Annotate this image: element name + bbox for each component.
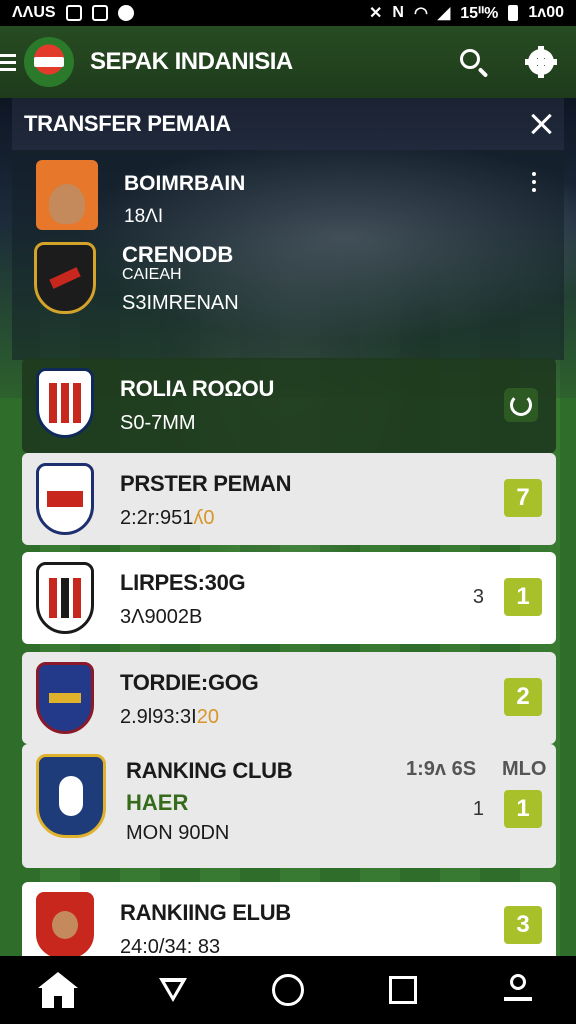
battery-percent: 15ᐦ%: [460, 5, 499, 22]
player-name: BOIMRBAIN: [124, 172, 246, 195]
player-avatar-icon: [36, 160, 98, 230]
stat-value: 1: [472, 798, 484, 820]
search-button[interactable]: [458, 47, 488, 77]
recents-button[interactable]: [383, 970, 423, 1010]
cellular-icon: ◢: [437, 5, 451, 22]
image-icon: [91, 5, 108, 21]
rank-badge: 1: [504, 578, 542, 616]
profile-button[interactable]: [498, 970, 538, 1010]
refresh-icon[interactable]: [504, 388, 538, 422]
back-icon: [158, 978, 187, 1002]
status-bar: ΛΛUS ✕ N ◠ ◢ 15ᐦ% 1ᴧ00: [0, 0, 576, 26]
club-name: RANKING CLUB: [126, 758, 293, 783]
club-logo-icon: [24, 37, 74, 87]
club-detail: 3Λ9002B: [120, 606, 203, 628]
list-item[interactable]: RANKIING ELUB 24:0/34: 83 3: [22, 882, 556, 958]
club-entry[interactable]: CRENODB CAIEAH S3IMRENAN: [34, 242, 239, 315]
clock: 1ᴧ00: [528, 4, 564, 21]
club-highlight: HAER: [126, 790, 189, 815]
close-icon[interactable]: [526, 109, 556, 139]
club-crest-icon: [36, 368, 94, 438]
club-crest-icon: [36, 662, 94, 734]
mute-icon: ✕: [368, 5, 383, 22]
player-avatar-icon: [36, 892, 94, 958]
stat-value: 3: [472, 586, 484, 608]
panel-title: TRANSFER PEMAIA: [24, 111, 231, 136]
wifi-icon: ◠: [413, 5, 428, 22]
club-crest-icon: [36, 754, 106, 838]
no-signal-icon: N: [392, 4, 404, 21]
stat-header: 1:9ᴧ 6S: [406, 758, 477, 780]
cloud-icon: [117, 5, 134, 21]
club-crest-icon: [36, 562, 94, 634]
transfer-panel-header: TRANSFER PEMAIA: [12, 98, 564, 150]
square-icon: [389, 976, 418, 1004]
rank-badge: 2: [504, 678, 542, 716]
club-crest-icon: [34, 242, 96, 314]
rank-badge: 3: [504, 906, 542, 944]
club-detail: 2:2r:951ʎ0: [120, 507, 215, 529]
top-player-card[interactable]: BOIMRBAIN 18ΛI: [36, 160, 245, 230]
search-icon: [460, 49, 480, 69]
club-name: CRENODB: [122, 242, 234, 267]
transfer-panel-body: BOIMRBAIN 18ΛI CRENODB CAIEAH S3IMRENAN: [12, 150, 564, 360]
player-detail: 18ΛI: [124, 206, 164, 227]
club-name: TORDIE:GOG: [120, 670, 259, 695]
settings-button[interactable]: [525, 46, 557, 78]
club-detail: S3IMRENAN: [122, 292, 239, 314]
profile-icon: [504, 974, 533, 1001]
club-name: LIRPES:30G: [120, 570, 246, 595]
menu-icon[interactable]: [0, 53, 16, 71]
stat-header-2: MLO: [502, 758, 547, 780]
club-crest-icon: [36, 463, 94, 535]
carrier-label: ΛΛUS: [12, 4, 56, 21]
system-nav-bar: [0, 956, 576, 1024]
list-item[interactable]: PRSTER PEMAN 2:2r:951ʎ0 7: [22, 453, 556, 545]
list-item[interactable]: TORDIE:GOG 2.9l93:3I20 2: [22, 652, 556, 744]
club-detail: MON 90DN: [126, 822, 230, 844]
home-icon: [37, 972, 78, 1008]
club-name: ROLIA ROΩOU: [120, 376, 275, 401]
home-button[interactable]: [37, 970, 78, 1010]
overview-button[interactable]: [268, 970, 308, 1010]
rank-badge: 1: [504, 790, 542, 828]
app-header: SEPAK INDANISIA: [0, 26, 576, 98]
club-overlay-text: CAIEAH: [122, 266, 182, 283]
list-item[interactable]: LIRPES:30G 3Λ9002B 3 1: [22, 552, 556, 644]
list-item[interactable]: RANKING CLUB HAER MON 90DN 1:9ᴧ 6S MLO 1…: [22, 744, 556, 868]
app-title: SEPAK INDANISIA: [90, 48, 293, 75]
back-button[interactable]: [153, 970, 193, 1010]
club-name: PRSTER PEMAN: [120, 471, 292, 496]
list-item[interactable]: ROLIA ROΩOU S0-7MM: [22, 358, 556, 453]
battery-icon: [508, 5, 519, 21]
club-name: RANKIING ELUB: [120, 900, 291, 925]
circle-icon: [271, 974, 304, 1006]
gear-icon: [525, 46, 557, 78]
rank-badge: 7: [504, 479, 542, 517]
club-detail: S0-7MM: [120, 412, 196, 434]
more-options-icon[interactable]: [532, 172, 536, 192]
club-detail: 2.9l93:3I20: [120, 706, 219, 728]
notification-icon: [65, 5, 82, 21]
